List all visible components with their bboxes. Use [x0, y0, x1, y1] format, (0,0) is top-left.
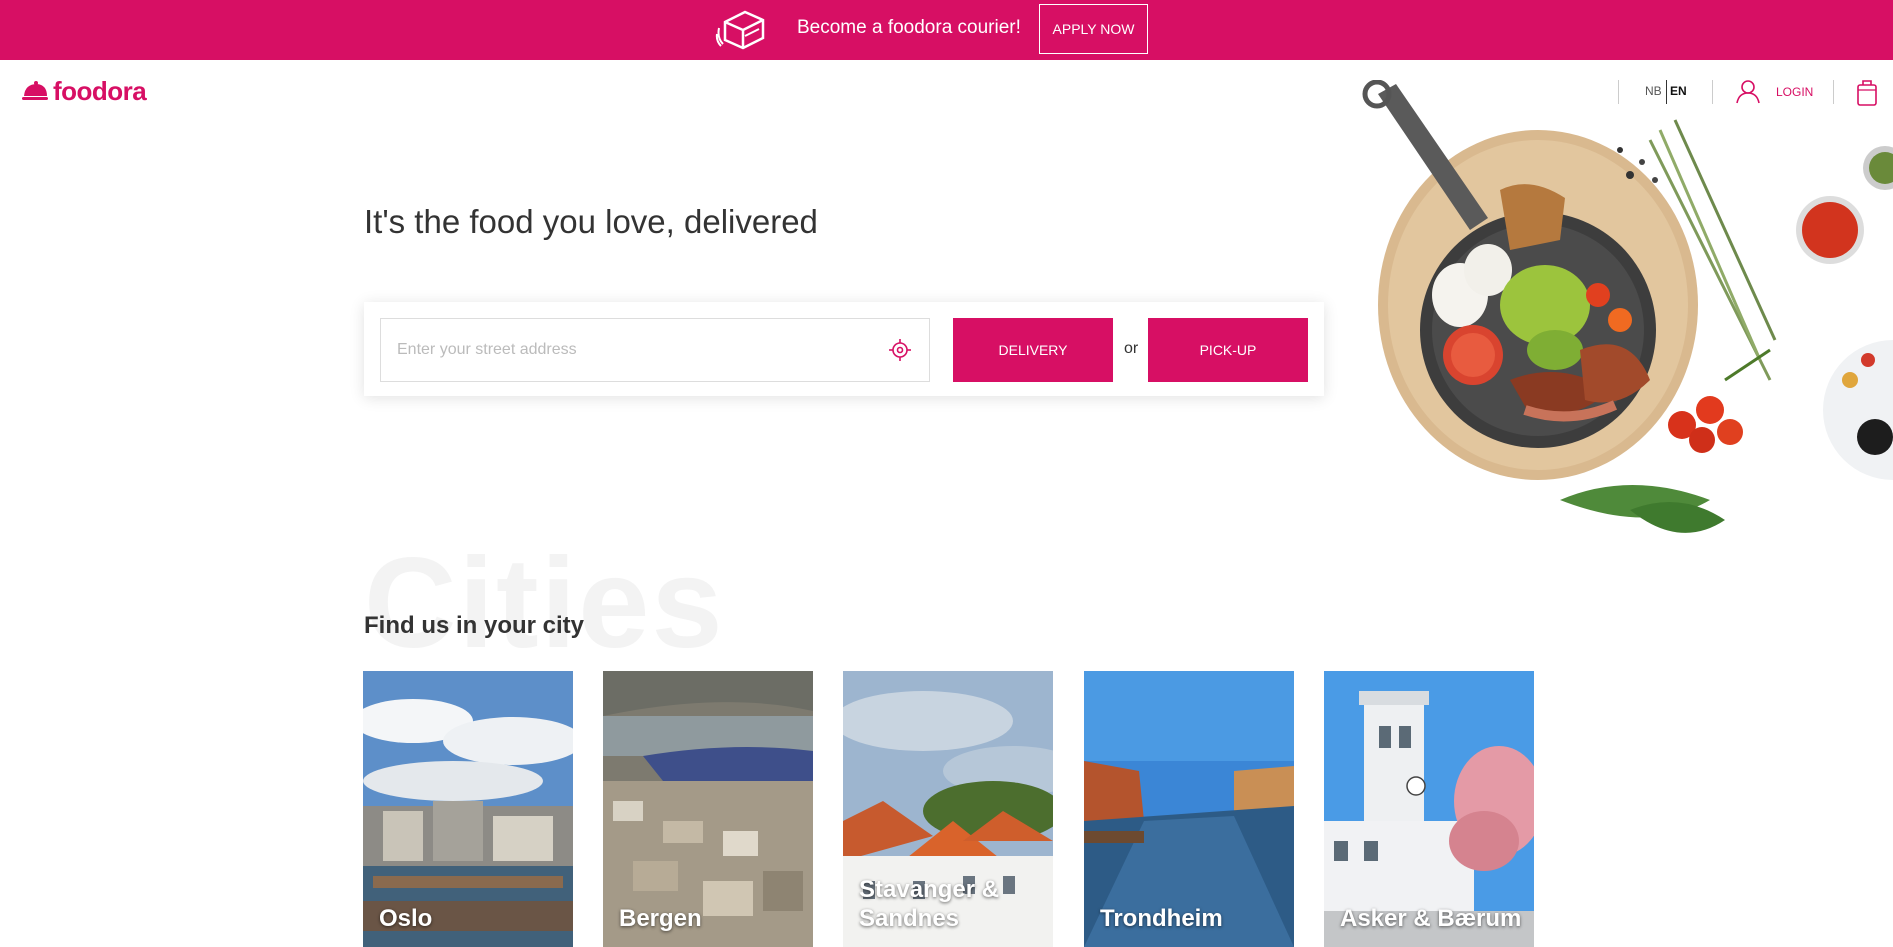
cities-title: Find us in your city	[364, 612, 585, 639]
foodora-logo[interactable]: foodora	[21, 76, 147, 107]
city-name-bergen: Bergen	[619, 905, 702, 932]
hero-title: It's the food you love, delivered	[364, 203, 818, 240]
delivery-button[interactable]: DELIVERY	[953, 318, 1113, 382]
foodora-logo-icon	[22, 80, 48, 100]
courier-bag-icon	[715, 10, 765, 50]
courier-banner-text: Become a foodora courier!	[797, 17, 1021, 38]
logo-text: foodora	[53, 76, 147, 106]
or-separator: or	[1124, 340, 1139, 357]
address-search-card: DELIVERY or PICK-UP	[364, 302, 1324, 396]
courier-banner: Become a foodora courier! APPLY NOW	[0, 0, 1893, 60]
locate-me-icon[interactable]	[888, 338, 912, 362]
street-address-input[interactable]	[380, 318, 930, 382]
city-card-stavanger-sandnes[interactable]: Stavanger & Sandnes	[843, 671, 1053, 947]
city-name-stavanger-sandnes: Stavanger & Sandnes	[859, 876, 1000, 932]
city-name-asker-baerum: Asker & Bærum	[1340, 905, 1522, 932]
apply-now-button[interactable]: APPLY NOW	[1039, 4, 1148, 54]
city-card-trondheim[interactable]: Trondheim	[1084, 671, 1294, 947]
city-card-oslo[interactable]: Oslo	[363, 671, 573, 947]
city-card-asker-baerum[interactable]: Asker & Bærum	[1324, 671, 1534, 947]
cities-watermark: Cities	[364, 532, 725, 675]
city-card-bergen[interactable]: Bergen	[603, 671, 813, 947]
city-name-trondheim: Trondheim	[1100, 905, 1223, 932]
city-name-oslo: Oslo	[379, 905, 433, 932]
breakfast-pan-image	[1362, 80, 1893, 533]
pickup-button[interactable]: PICK-UP	[1148, 318, 1308, 382]
